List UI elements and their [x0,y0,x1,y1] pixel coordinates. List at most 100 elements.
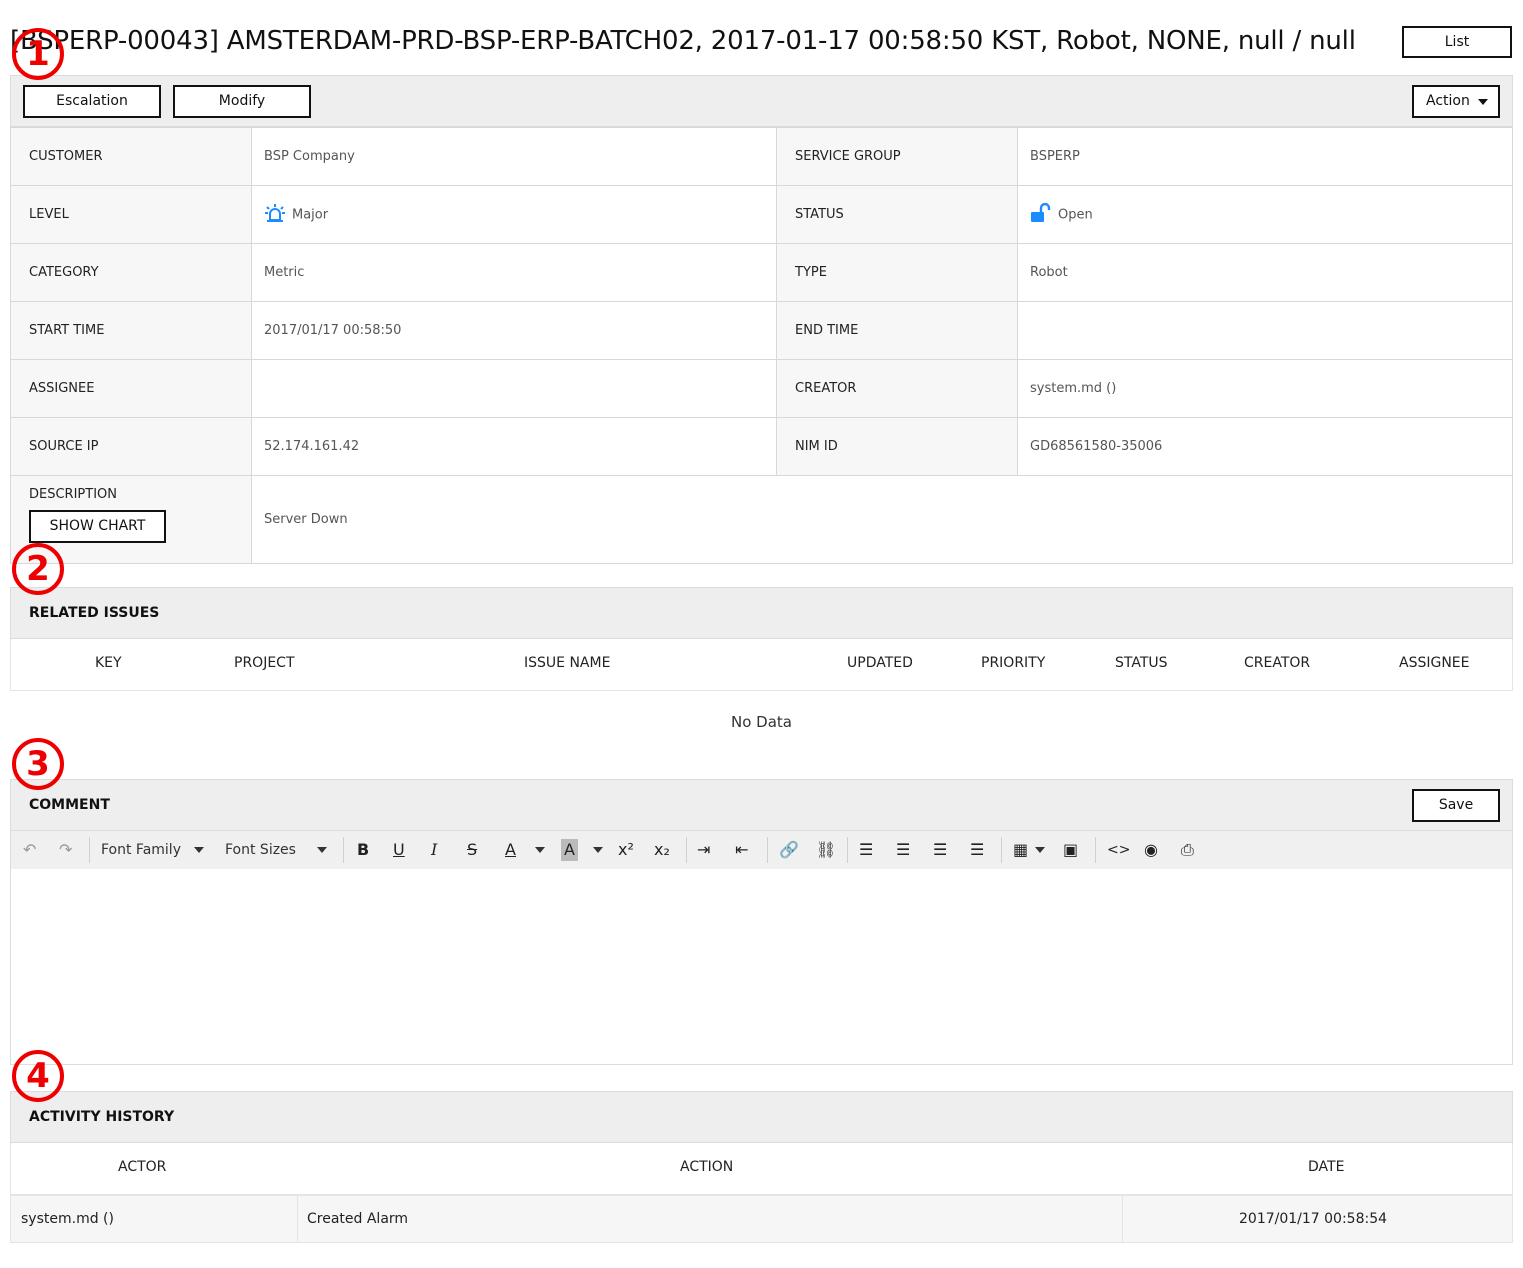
no-data-text: No Data [731,713,792,731]
creator-label: CREATOR [776,359,1018,418]
column-project[interactable]: PROJECT [234,655,295,671]
source-ip-value: 52.174.161.42 [251,417,777,476]
toolbar-divider [847,837,848,863]
column-date[interactable]: DATE [1308,1159,1344,1175]
editor-toolbar: ↶ ↷ Font Family Font Sizes B U I S A A x… [10,831,1513,869]
chevron-down-icon[interactable] [593,847,603,853]
column-key[interactable]: KEY [95,655,122,671]
highlight-color-icon[interactable]: A [561,839,578,861]
annotation-marker-2: 2 [12,543,64,595]
chevron-down-icon[interactable] [1035,847,1045,853]
underline-icon[interactable]: U [393,839,405,861]
assignee-value [251,359,777,418]
category-value: Metric [251,243,777,302]
bold-icon[interactable]: B [357,839,369,861]
strikethrough-icon[interactable]: S [467,839,477,861]
service-group-value: BSPERP [1017,127,1513,186]
category-label: CATEGORY [10,243,252,302]
outdent-icon[interactable]: ⇤ [735,839,748,861]
column-assignee[interactable]: ASSIGNEE [1399,655,1470,671]
print-icon[interactable]: ⎙ [1181,839,1194,861]
column-issue-name[interactable]: ISSUE NAME [524,655,610,671]
status-label: STATUS [776,185,1018,244]
show-chart-button[interactable]: SHOW CHART [29,509,166,543]
column-priority[interactable]: PRIORITY [981,655,1045,671]
comment-editor[interactable] [10,869,1513,1065]
related-issues-columns: KEY PROJECT ISSUE NAME UPDATED PRIORITY … [10,639,1513,691]
page-title: [BSPERP-00043] AMSTERDAM-PRD-BSP-ERP-BAT… [10,26,1356,56]
save-button[interactable]: Save [1412,789,1500,822]
toolbar-divider [686,837,687,863]
level-label: LEVEL [10,185,252,244]
annotation-marker-1: 1 [12,28,64,80]
source-ip-label: SOURCE IP [10,417,252,476]
column-creator[interactable]: CREATOR [1244,655,1310,671]
toolbar-divider [1095,837,1096,863]
modify-button[interactable]: Modify [173,85,311,118]
indent-icon[interactable]: ⇥ [697,839,710,861]
caret-down-icon [1478,99,1488,105]
chevron-down-icon[interactable] [194,847,204,853]
service-group-label: SERVICE GROUP [776,127,1018,186]
action-label: Action [1426,93,1470,109]
column-divider [297,1196,298,1242]
column-updated[interactable]: UPDATED [847,655,913,671]
image-icon[interactable]: ▣ [1063,839,1078,861]
column-actor[interactable]: ACTOR [118,1159,166,1175]
toolbar-divider [1001,837,1002,863]
subscript-icon[interactable]: x₂ [654,839,670,861]
code-view-icon[interactable]: <> [1107,839,1130,861]
activity-action: Created Alarm [307,1211,409,1227]
nim-id-value: GD68561580-35006 [1017,417,1513,476]
status-value: Open [1058,207,1093,222]
align-left-icon[interactable]: ☰ [859,839,873,861]
chevron-down-icon[interactable] [317,847,327,853]
table-icon[interactable]: ▦ [1013,839,1028,861]
activity-history-columns: ACTOR ACTION DATE [10,1143,1513,1195]
action-dropdown[interactable]: Action [1412,85,1500,118]
creator-value: system.md () [1017,359,1513,418]
status-cell: Open [1017,185,1513,244]
end-time-label: END TIME [776,301,1018,360]
undo-icon[interactable]: ↶ [23,839,36,861]
level-cell: Major [251,185,777,244]
assignee-label: ASSIGNEE [10,359,252,418]
unlink-icon[interactable]: ⛓ [816,839,836,861]
activity-actor: system.md () [21,1211,114,1227]
description-label: DESCRIPTION [29,486,117,502]
annotation-marker-4: 4 [12,1050,64,1102]
escalation-button[interactable]: Escalation [23,85,161,118]
column-status[interactable]: STATUS [1115,655,1168,671]
activity-date: 2017/01/17 00:58:54 [1239,1211,1388,1227]
link-icon[interactable]: 🔗 [779,839,799,861]
customer-value: BSP Company [251,127,777,186]
start-time-value: 2017/01/17 00:58:50 [251,301,777,360]
customer-label: CUSTOMER [10,127,252,186]
chevron-down-icon[interactable] [535,847,545,853]
superscript-icon[interactable]: x² [618,839,634,861]
font-sizes-select[interactable]: Font Sizes [225,839,296,861]
preview-eye-icon[interactable]: ◉ [1144,839,1158,861]
table-row: system.md () Created Alarm 2017/01/17 00… [10,1195,1513,1243]
redo-icon[interactable]: ↷ [59,839,72,861]
column-action[interactable]: ACTION [680,1159,733,1175]
alarm-details-table: CUSTOMER BSP Company SERVICE GROUP BSPER… [10,127,1513,564]
font-color-icon[interactable]: A [505,839,516,861]
toolbar-divider [89,837,90,863]
activity-history-header: ACTIVITY HISTORY [10,1091,1513,1143]
type-label: TYPE [776,243,1018,302]
level-value: Major [292,207,329,222]
toolbar-divider [343,837,344,863]
nim-id-label: NIM ID [776,417,1018,476]
italic-icon[interactable]: I [431,839,437,861]
list-button[interactable]: List [1402,26,1512,58]
font-family-select[interactable]: Font Family [101,839,181,861]
annotation-marker-3: 3 [12,738,64,790]
align-center-icon[interactable]: ☰ [896,839,910,861]
column-divider [1122,1196,1123,1242]
toolbar-divider [767,837,768,863]
align-right-icon[interactable]: ☰ [933,839,947,861]
description-value: Server Down [251,475,1513,564]
related-issues-header: RELATED ISSUES [10,587,1513,639]
justify-icon[interactable]: ☰ [970,839,984,861]
